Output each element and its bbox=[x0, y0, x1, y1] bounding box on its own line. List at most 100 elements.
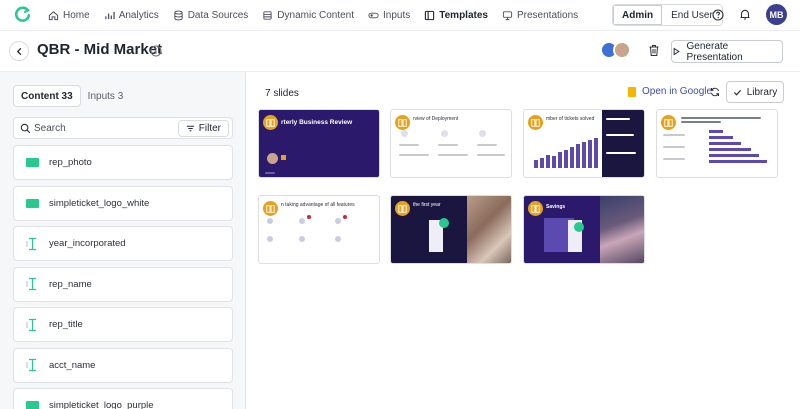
list-item-label: rep_title bbox=[49, 319, 83, 330]
slide-link-icon bbox=[661, 115, 676, 130]
avatar bbox=[613, 41, 631, 59]
role-admin-button[interactable]: Admin bbox=[613, 5, 663, 25]
library-button[interactable]: Library bbox=[726, 81, 784, 103]
brand-logo-icon[interactable] bbox=[14, 6, 31, 23]
list-item[interactable]: acct_name bbox=[13, 347, 233, 383]
slide-thumbnail-7[interactable]: Savings bbox=[523, 195, 645, 264]
generate-presentation-button[interactable]: Generate Presentation bbox=[671, 40, 783, 63]
alert-dot bbox=[307, 215, 311, 219]
bell-icon[interactable] bbox=[739, 8, 751, 21]
nav-item-templates[interactable]: Templates bbox=[424, 0, 488, 30]
nav-label: Templates bbox=[439, 9, 488, 21]
filter-button[interactable]: Filter bbox=[177, 120, 229, 137]
slide-title: rview of Deployment bbox=[413, 116, 459, 122]
text-type-icon bbox=[26, 318, 36, 331]
slide-link-icon bbox=[528, 115, 543, 130]
accent-bar bbox=[281, 155, 286, 160]
nav-label: Dynamic Content bbox=[277, 9, 354, 21]
slide-text-line bbox=[477, 144, 497, 146]
image-type-icon bbox=[26, 401, 39, 409]
database-icon bbox=[174, 10, 183, 20]
slide-text-line bbox=[663, 146, 685, 148]
layers-icon bbox=[263, 10, 272, 20]
list-item[interactable]: simpleticket_logo_white bbox=[13, 185, 233, 221]
nav-label: Data Sources bbox=[187, 9, 249, 21]
google-slides-icon bbox=[628, 86, 636, 97]
library-label: Library bbox=[746, 86, 778, 98]
back-button[interactable] bbox=[9, 41, 29, 61]
info-icon[interactable] bbox=[150, 45, 162, 57]
nav-label: Presentations bbox=[516, 9, 579, 21]
search-input[interactable] bbox=[34, 121, 174, 136]
text-type-icon bbox=[26, 237, 36, 250]
slide-text-line bbox=[606, 134, 634, 136]
slide-text-line bbox=[681, 121, 721, 123]
nav-item-data-sources[interactable]: Data Sources bbox=[173, 0, 249, 30]
dark-side-panel bbox=[602, 110, 644, 177]
text-type-icon bbox=[26, 277, 36, 291]
list-item-label: simpleticket_logo_white bbox=[49, 197, 150, 209]
image-type-icon bbox=[26, 198, 39, 208]
stat-icon bbox=[479, 130, 486, 137]
nav-item-presentations[interactable]: Presentations bbox=[502, 0, 578, 30]
nav-item-inputs[interactable]: Inputs bbox=[368, 0, 410, 30]
nav-item-dynamic-content[interactable]: Dynamic Content bbox=[262, 0, 354, 30]
content-input-list: rep_photo simpleticket_logo_white year_i… bbox=[13, 145, 233, 409]
feature-icon bbox=[335, 218, 341, 224]
slide-text-line bbox=[438, 144, 458, 146]
slide-text-line bbox=[663, 158, 685, 160]
home-icon bbox=[48, 10, 59, 20]
nav-item-analytics[interactable]: Analytics bbox=[104, 0, 159, 30]
slide-thumbnail-2[interactable]: rview of Deployment bbox=[390, 109, 512, 178]
stat-icon bbox=[401, 130, 408, 137]
nav-item-home[interactable]: Home bbox=[48, 0, 90, 30]
slide-thumbnail-5[interactable]: n taking advantage of all features bbox=[258, 195, 380, 264]
slide-text-line bbox=[477, 154, 505, 156]
open-in-google-label: Open in Google bbox=[642, 86, 713, 97]
search-box: Filter bbox=[13, 117, 233, 139]
content-panel: Content 33 Inputs 3 Filter rep_photo sim… bbox=[0, 72, 246, 409]
slide-footer bbox=[265, 172, 275, 174]
tab-content[interactable]: Content 33 bbox=[13, 85, 81, 107]
list-item[interactable]: rep_name bbox=[13, 266, 233, 302]
slide-thumbnail-4[interactable] bbox=[656, 109, 778, 178]
play-icon bbox=[673, 47, 680, 56]
user-avatar[interactable]: MB bbox=[766, 4, 787, 25]
chart-icon bbox=[104, 11, 115, 19]
slide-link-icon bbox=[395, 201, 410, 216]
slide-text-line bbox=[438, 154, 468, 156]
refresh-icon[interactable] bbox=[710, 87, 720, 97]
nav-label: Home bbox=[63, 9, 90, 21]
search-icon bbox=[20, 123, 31, 134]
slide-link-icon bbox=[395, 115, 410, 130]
slide-thumbnail-6[interactable]: the first year bbox=[390, 195, 512, 264]
collaborator-avatars[interactable] bbox=[600, 41, 636, 61]
slide-text-line bbox=[399, 154, 429, 156]
nav-items: Home Analytics Data Sources Dynamic Cont… bbox=[48, 0, 592, 30]
slide-thumbnail-3[interactable]: mber of tickets solved bbox=[523, 109, 645, 178]
page-title[interactable]: QBR - Mid Market bbox=[37, 41, 162, 58]
slide-link-icon bbox=[263, 201, 278, 216]
slide-thumbnail-1[interactable]: rterly Business Review bbox=[258, 109, 380, 178]
filter-label: Filter bbox=[198, 123, 221, 134]
feature-icon bbox=[299, 236, 305, 242]
slide-text-line bbox=[606, 118, 630, 120]
nav-label: Inputs bbox=[383, 9, 411, 21]
slide-title: rterly Business Review bbox=[281, 119, 353, 126]
template-icon bbox=[425, 10, 435, 20]
feature-icon bbox=[267, 236, 273, 242]
list-item[interactable]: rep_title bbox=[13, 307, 233, 342]
slide-title: the first year bbox=[413, 202, 441, 208]
list-item[interactable]: rep_photo bbox=[13, 145, 233, 180]
help-icon[interactable] bbox=[712, 9, 724, 21]
list-item[interactable]: simpleticket_logo_purple bbox=[13, 388, 233, 409]
open-in-google-link[interactable]: Open in Google bbox=[628, 86, 712, 97]
tab-inputs[interactable]: Inputs 3 bbox=[81, 85, 131, 107]
rep-photo bbox=[267, 153, 278, 164]
stat-icon bbox=[441, 130, 448, 137]
list-item[interactable]: year_incorporated bbox=[13, 226, 233, 261]
text-type-icon bbox=[26, 358, 36, 372]
title-bar: QBR - Mid Market Generate Presentation bbox=[0, 30, 800, 72]
trash-icon[interactable] bbox=[648, 44, 660, 57]
nav-label: Analytics bbox=[118, 9, 159, 21]
